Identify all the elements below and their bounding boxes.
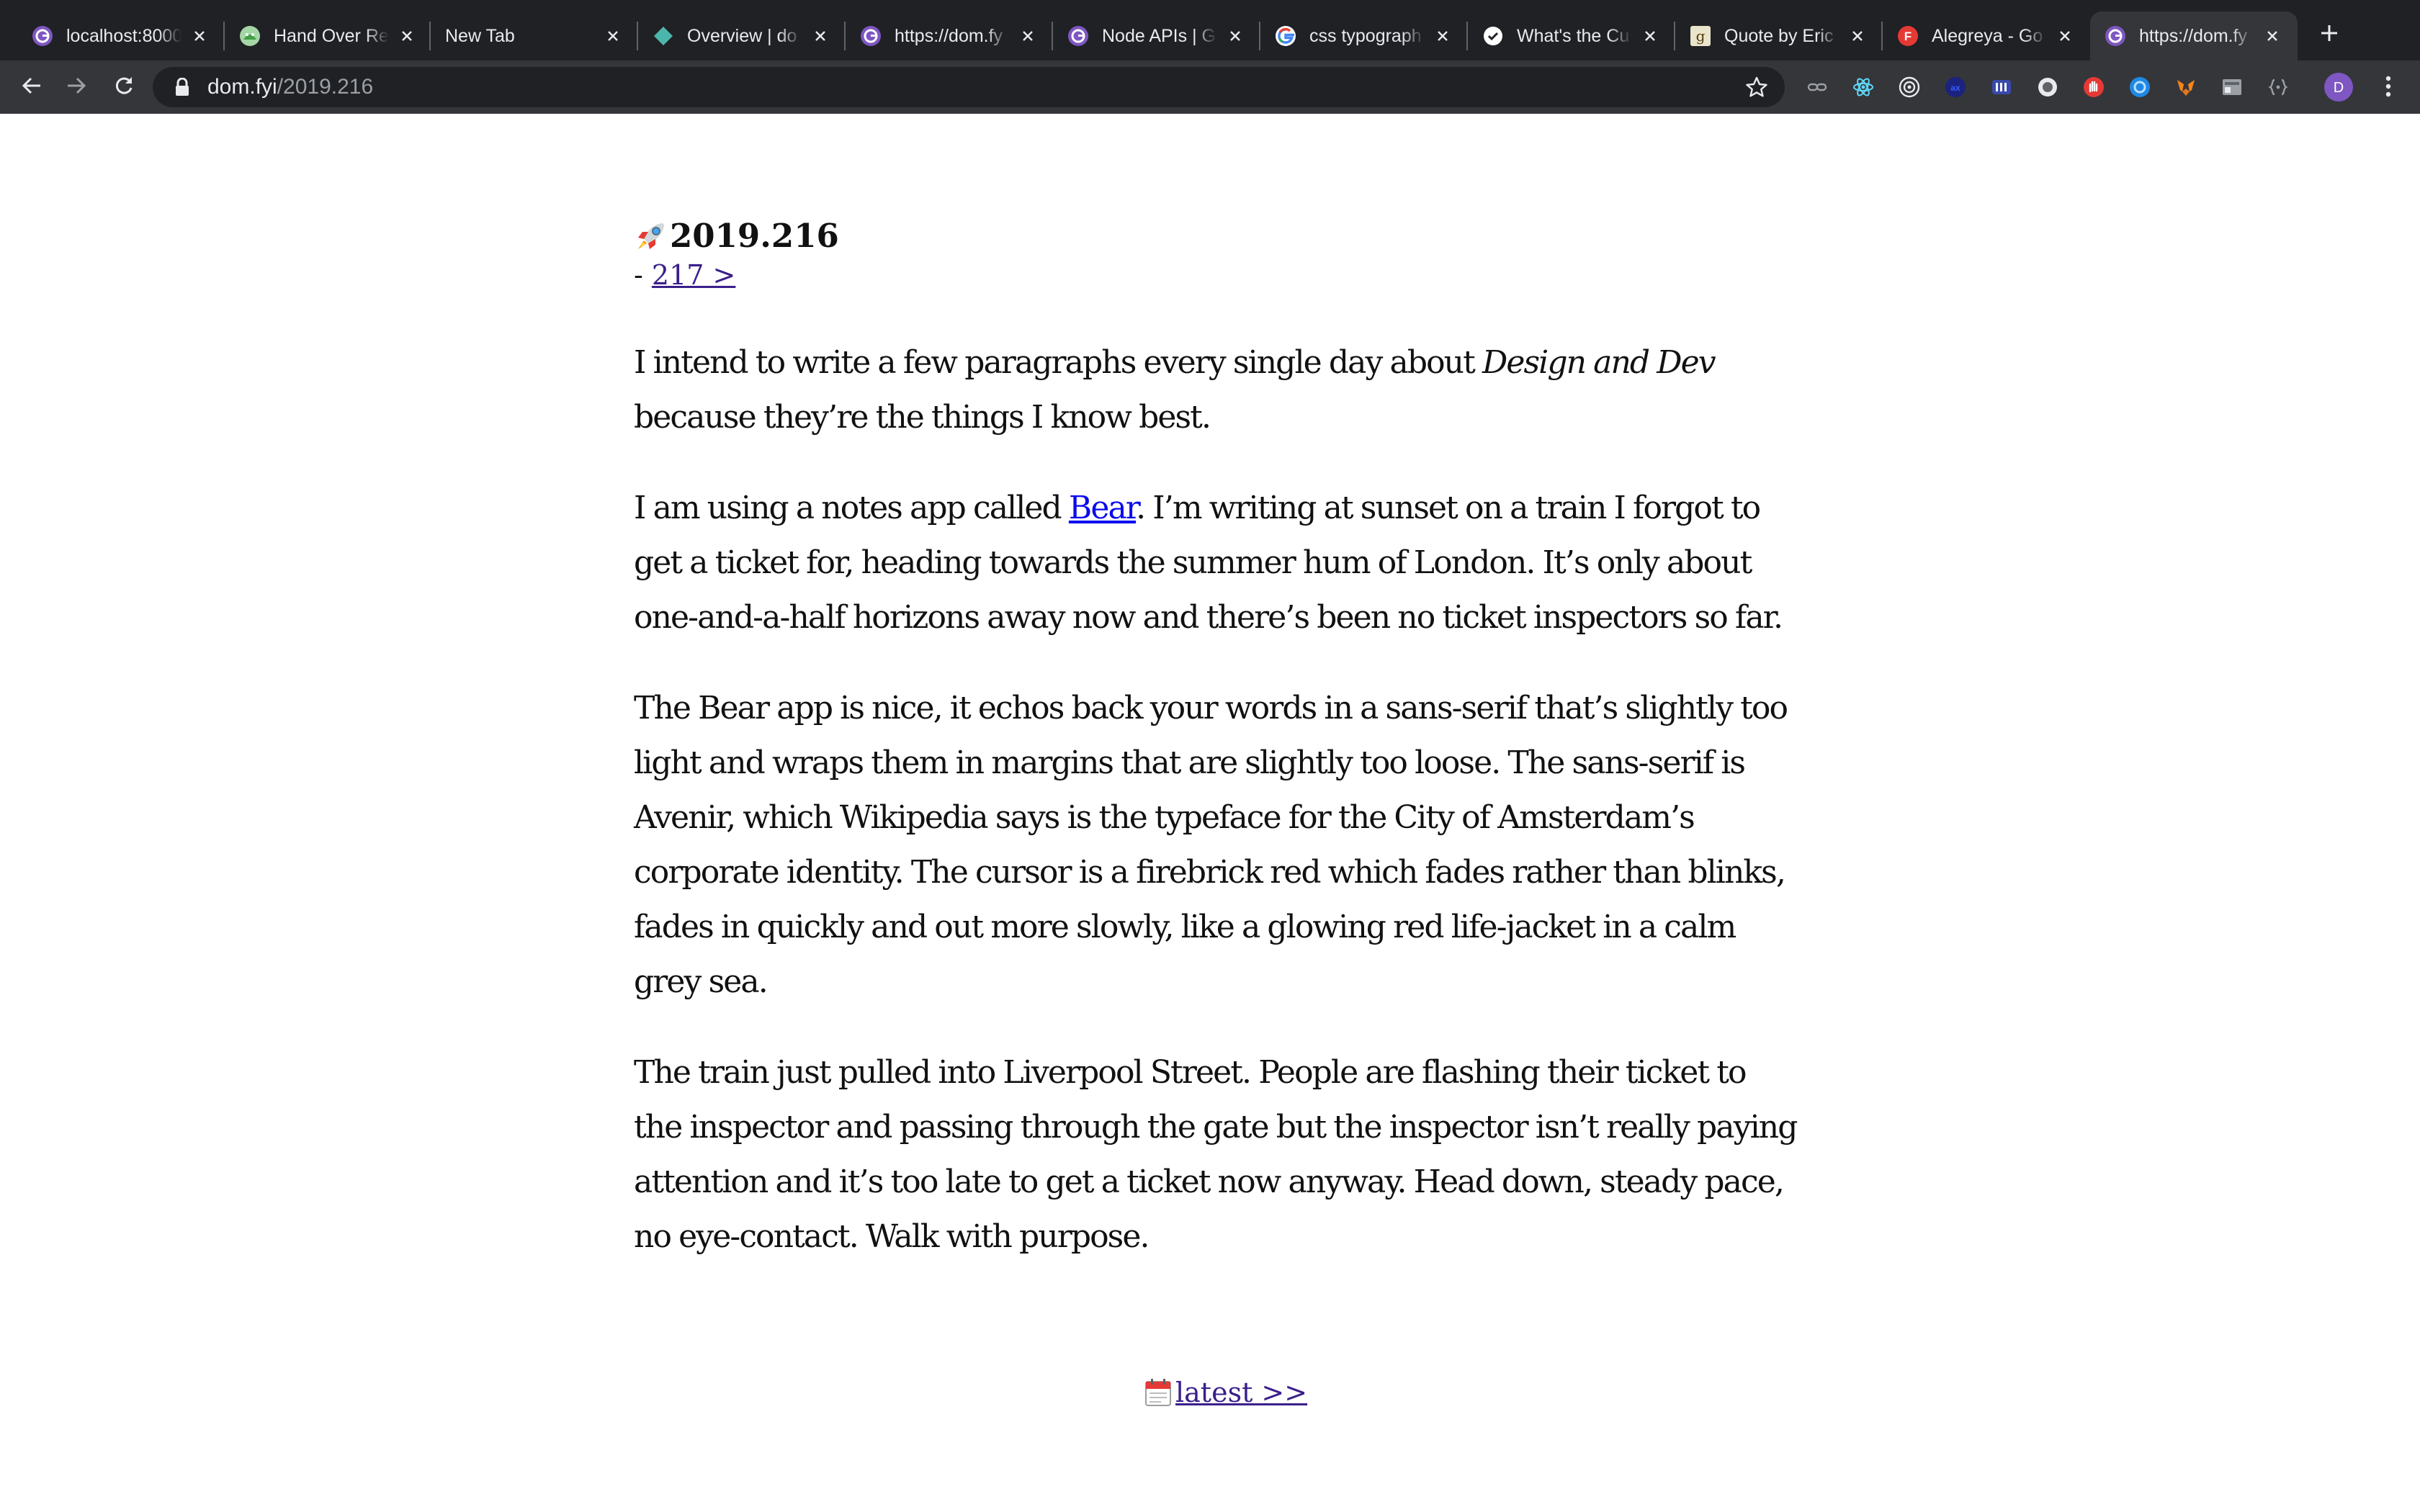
close-icon[interactable] (2262, 25, 2283, 47)
latest-link[interactable]: latest >> (1175, 1377, 1307, 1408)
close-icon[interactable] (396, 25, 418, 47)
tab-whats-the-current[interactable]: What's the Cu (1468, 12, 1675, 60)
link-extension-icon[interactable] (1806, 76, 1829, 99)
latest-link-container: latest >> (1144, 1374, 1307, 1411)
post-title: 2019.216 (634, 215, 1801, 258)
tab-alegreya[interactable]: F Alegreya - Go (1883, 12, 2090, 60)
check-circle-icon (1482, 25, 1504, 47)
bars-extension-icon[interactable] (1990, 76, 2013, 99)
post-title-text: 2019.216 (670, 217, 839, 255)
arrow-right-icon (66, 75, 87, 100)
rocket-icon (634, 219, 668, 253)
fonts-icon: F (1897, 25, 1919, 47)
profile-initial: D (2334, 80, 2344, 96)
tab-title: Hand Over Re (274, 25, 389, 46)
tab-new-tab[interactable]: New Tab (431, 12, 638, 60)
tab-title: New Tab (445, 25, 515, 46)
close-icon[interactable] (810, 25, 831, 47)
lock-icon (174, 78, 196, 96)
url-host: dom.fyi (207, 75, 277, 99)
url-text: dom.fyi/2019.216 (207, 75, 373, 99)
address-bar[interactable]: dom.fyi/2019.216 (153, 67, 1785, 107)
paragraph-text: because they’re the things I know best. (634, 399, 1211, 436)
new-tab-button[interactable] (2312, 17, 2347, 52)
nav-prefix: - (634, 259, 652, 291)
hand-over-icon (239, 25, 261, 47)
tab-strip: localhost:8000 Hand Over Re New Tab Over… (0, 0, 2420, 60)
blue-ring-extension-icon[interactable] (2128, 76, 2151, 99)
paragraph-2: I am using a notes app called Bear. I’m … (634, 481, 1801, 645)
close-icon[interactable] (2054, 25, 2076, 47)
paragraph-4: The train just pulled into Liverpool Str… (634, 1054, 1798, 1255)
more-vert-icon (2385, 75, 2391, 102)
back-button[interactable] (14, 70, 49, 104)
tab-title: https://dom.fy (2139, 25, 2248, 46)
circle-extension-icon[interactable] (2036, 76, 2059, 99)
close-icon[interactable] (1639, 25, 1661, 47)
tab-title: https://dom.fy (895, 25, 1003, 46)
tab-quote-by-eric[interactable]: g Quote by Eric (1675, 12, 1883, 60)
url-path: /2019.216 (277, 75, 374, 99)
close-icon[interactable] (1847, 25, 1868, 47)
target-extension-icon[interactable] (1898, 76, 1921, 99)
dom-fyi-icon (32, 25, 53, 47)
tab-title: localhost:8000 (66, 25, 182, 46)
browser-toolbar: dom.fyi/2019.216 ax (0, 60, 2420, 114)
diamond-icon (653, 25, 674, 47)
emphasis-text: Design and Dev (1482, 344, 1716, 381)
hand-stop-icon[interactable] (2082, 76, 2105, 99)
page-ruler-icon[interactable] (2220, 76, 2244, 99)
forward-button[interactable] (59, 70, 94, 104)
profile-avatar[interactable]: D (2324, 73, 2353, 102)
tab-title: css typograph (1309, 25, 1422, 46)
braces-extension-icon[interactable] (2267, 76, 2290, 99)
tab-localhost[interactable]: localhost:8000 (17, 12, 225, 60)
tab-title: What's the Cu (1517, 25, 1630, 46)
tab-dom-fyi-active[interactable]: https://dom.fy (2090, 12, 2298, 60)
react-devtools-icon[interactable] (1852, 76, 1875, 99)
star-icon[interactable] (1744, 75, 1769, 99)
tab-hand-over[interactable]: Hand Over Re (225, 12, 432, 60)
close-icon[interactable] (1432, 25, 1453, 47)
close-icon[interactable] (189, 25, 210, 47)
dom-fyi-icon (860, 25, 882, 47)
calendar-icon (1144, 1377, 1173, 1408)
paragraph-1: I intend to write a few paragraphs every… (634, 336, 1801, 445)
post-nav: - 217 > (634, 258, 1801, 292)
bear-link[interactable]: Bear (1069, 490, 1137, 526)
tab-node-apis[interactable]: Node APIs | G (1053, 12, 1260, 60)
paragraph-3: The Bear app is nice, it echos back your… (634, 690, 1788, 1000)
google-icon (1275, 25, 1296, 47)
browser-menu-button[interactable] (2375, 71, 2401, 105)
close-icon[interactable] (1017, 25, 1039, 47)
tab-dom-fyi[interactable]: https://dom.fy (846, 12, 1053, 60)
metamask-fox-icon[interactable] (2174, 76, 2197, 99)
reload-icon (113, 75, 135, 100)
ax-extension-icon[interactable]: ax (1944, 76, 1967, 99)
close-icon[interactable] (1224, 25, 1246, 47)
svg-text:g: g (1696, 27, 1706, 45)
tab-title: Overview | do (687, 25, 797, 46)
close-icon[interactable] (602, 25, 624, 47)
dom-fyi-icon (1067, 25, 1089, 47)
dom-fyi-icon (2105, 25, 2126, 47)
tab-css-typography[interactable]: css typograph (1260, 12, 1468, 60)
page-viewport: 2019.216 - 217 > I intend to write a few… (0, 114, 2420, 1512)
svg-text:ax: ax (1950, 83, 1960, 93)
paragraph-text: I intend to write a few paragraphs every… (634, 344, 1482, 381)
tab-title: Quote by Eric (1724, 25, 1834, 46)
arrow-left-icon (21, 75, 42, 100)
tab-title: Node APIs | G (1102, 25, 1216, 46)
plus-icon (2319, 23, 2339, 47)
reload-button[interactable] (107, 70, 141, 104)
post-content: 2019.216 - 217 > I intend to write a few… (634, 215, 1801, 1264)
goodreads-icon: g (1690, 25, 1711, 47)
svg-text:F: F (1904, 30, 1912, 43)
tab-overview[interactable]: Overview | do (638, 12, 846, 60)
tab-title: Alegreya - Go (1932, 25, 2043, 46)
paragraph-text: I am using a notes app called (634, 490, 1069, 526)
next-post-link[interactable]: 217 > (652, 259, 735, 291)
